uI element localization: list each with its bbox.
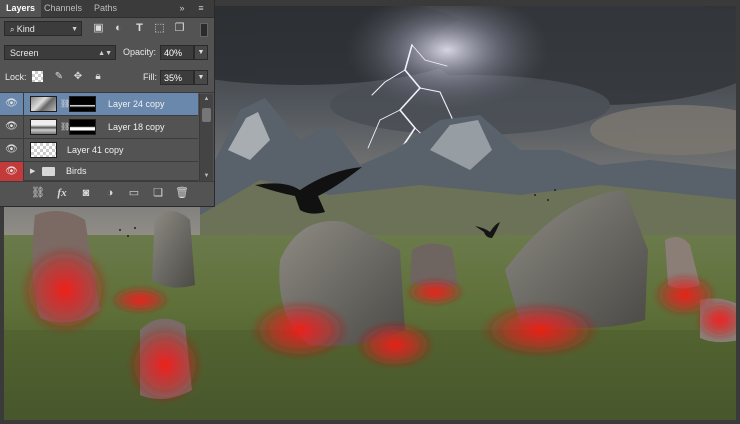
filter-toggle[interactable] [200,23,208,37]
layer-name[interactable]: Birds [66,162,87,181]
blend-mode-select[interactable]: Screen ▲▼ [4,45,116,60]
eye-icon[interactable]: 👁︎ [0,162,24,181]
lock-paint-icon[interactable]: ✎ [53,71,65,83]
folder-icon [42,167,55,176]
layers-panel: Layers Channels Paths » ≡ ⌕ Kind ▼ ▣ ◐ T… [0,0,215,207]
adjustment-filter-icon[interactable]: ◐ [112,22,125,35]
layer-name[interactable]: Layer 18 copy [108,116,165,138]
type-filter-icon[interactable]: T [133,22,146,35]
new-group-icon[interactable]: ▭ [127,187,141,200]
lock-label: Lock: [5,72,27,82]
opacity-label: Opacity: [123,47,157,57]
layer-thumbnail[interactable] [30,96,57,112]
fill-input[interactable]: 35% [160,70,194,85]
layer-mask-thumbnail[interactable] [69,119,96,135]
expand-arrow-icon[interactable]: ▶ [30,162,35,181]
tab-paths[interactable]: Paths [88,0,123,17]
layer-row[interactable]: 👁︎ ⛓︎ Layer 24 copy [0,93,198,116]
eye-icon[interactable]: 👁︎ [0,116,24,138]
adjustment-layer-icon[interactable]: ◑ [103,187,117,200]
scroll-up-icon[interactable]: ▲ [200,94,213,104]
link-icon[interactable]: ⛓︎ [60,98,70,110]
layer-mask-thumbnail[interactable] [69,96,96,112]
layer-thumbnail[interactable] [30,142,57,158]
filter-kind-value: Kind [16,24,35,34]
add-mask-icon[interactable]: ◙ [79,187,93,200]
layer-name[interactable]: Layer 41 copy [67,139,124,161]
filter-row: ⌕ Kind ▼ ▣ ◐ T ⬚ ❐ [0,21,214,38]
opacity-input[interactable]: 40% [160,45,194,60]
lock-all-icon[interactable]: 🔒︎ [92,71,104,83]
new-layer-icon[interactable]: ❏ [151,187,165,200]
chevron-down-icon: ▼ [71,26,78,33]
blend-row: Screen ▲▼ Opacity: 40% ▼ [0,45,214,62]
layers-bottom-bar: ⛓︎ fx ◙ ◑ ▭ ❏ 🗑︎ [0,181,214,206]
eye-icon[interactable]: 👁︎ [0,139,24,161]
smart-object-filter-icon[interactable]: ❐ [173,22,186,35]
tab-layers[interactable]: Layers [0,0,42,17]
fill-label: Fill: [143,72,157,82]
blend-mode-value: Screen [10,48,39,58]
layer-thumbnail[interactable] [30,119,57,135]
fill-slider-toggle[interactable]: ▼ [194,70,208,85]
lock-move-icon[interactable]: ✥ [72,71,84,83]
tab-channels[interactable]: Channels [38,0,88,17]
opacity-slider-toggle[interactable]: ▼ [194,45,208,60]
chevron-updown-icon: ▲▼ [98,50,112,57]
layer-row[interactable]: 👁︎ ⛓︎ Layer 18 copy [0,116,198,139]
layers-scrollbar[interactable]: ▲ ▼ [199,94,213,181]
layer-row[interactable]: 👁︎ Layer 41 copy [0,139,198,162]
image-filter-icon[interactable]: ▣ [92,22,105,35]
search-icon: ⌕ [10,25,17,34]
shape-filter-icon[interactable]: ⬚ [153,22,166,35]
eye-icon[interactable]: 👁︎ [0,93,24,115]
fx-icon[interactable]: fx [55,187,69,200]
layer-group-row[interactable]: 👁︎ ▶ Birds [0,162,198,181]
panel-menu-icon[interactable]: ≡ [195,3,207,14]
layer-name[interactable]: Layer 24 copy [108,93,165,115]
panel-tabs: Layers Channels Paths » ≡ [0,0,214,18]
link-layers-icon[interactable]: ⛓︎ [31,187,45,200]
trash-icon[interactable]: 🗑︎ [175,187,189,200]
link-icon[interactable]: ⛓︎ [60,121,70,133]
lock-transparent-icon[interactable] [32,71,43,82]
scroll-down-icon[interactable]: ▼ [200,171,213,181]
filter-kind-select[interactable]: ⌕ Kind ▼ [4,21,82,36]
scroll-thumb[interactable] [202,108,211,122]
collapse-icon[interactable]: » [176,3,188,14]
